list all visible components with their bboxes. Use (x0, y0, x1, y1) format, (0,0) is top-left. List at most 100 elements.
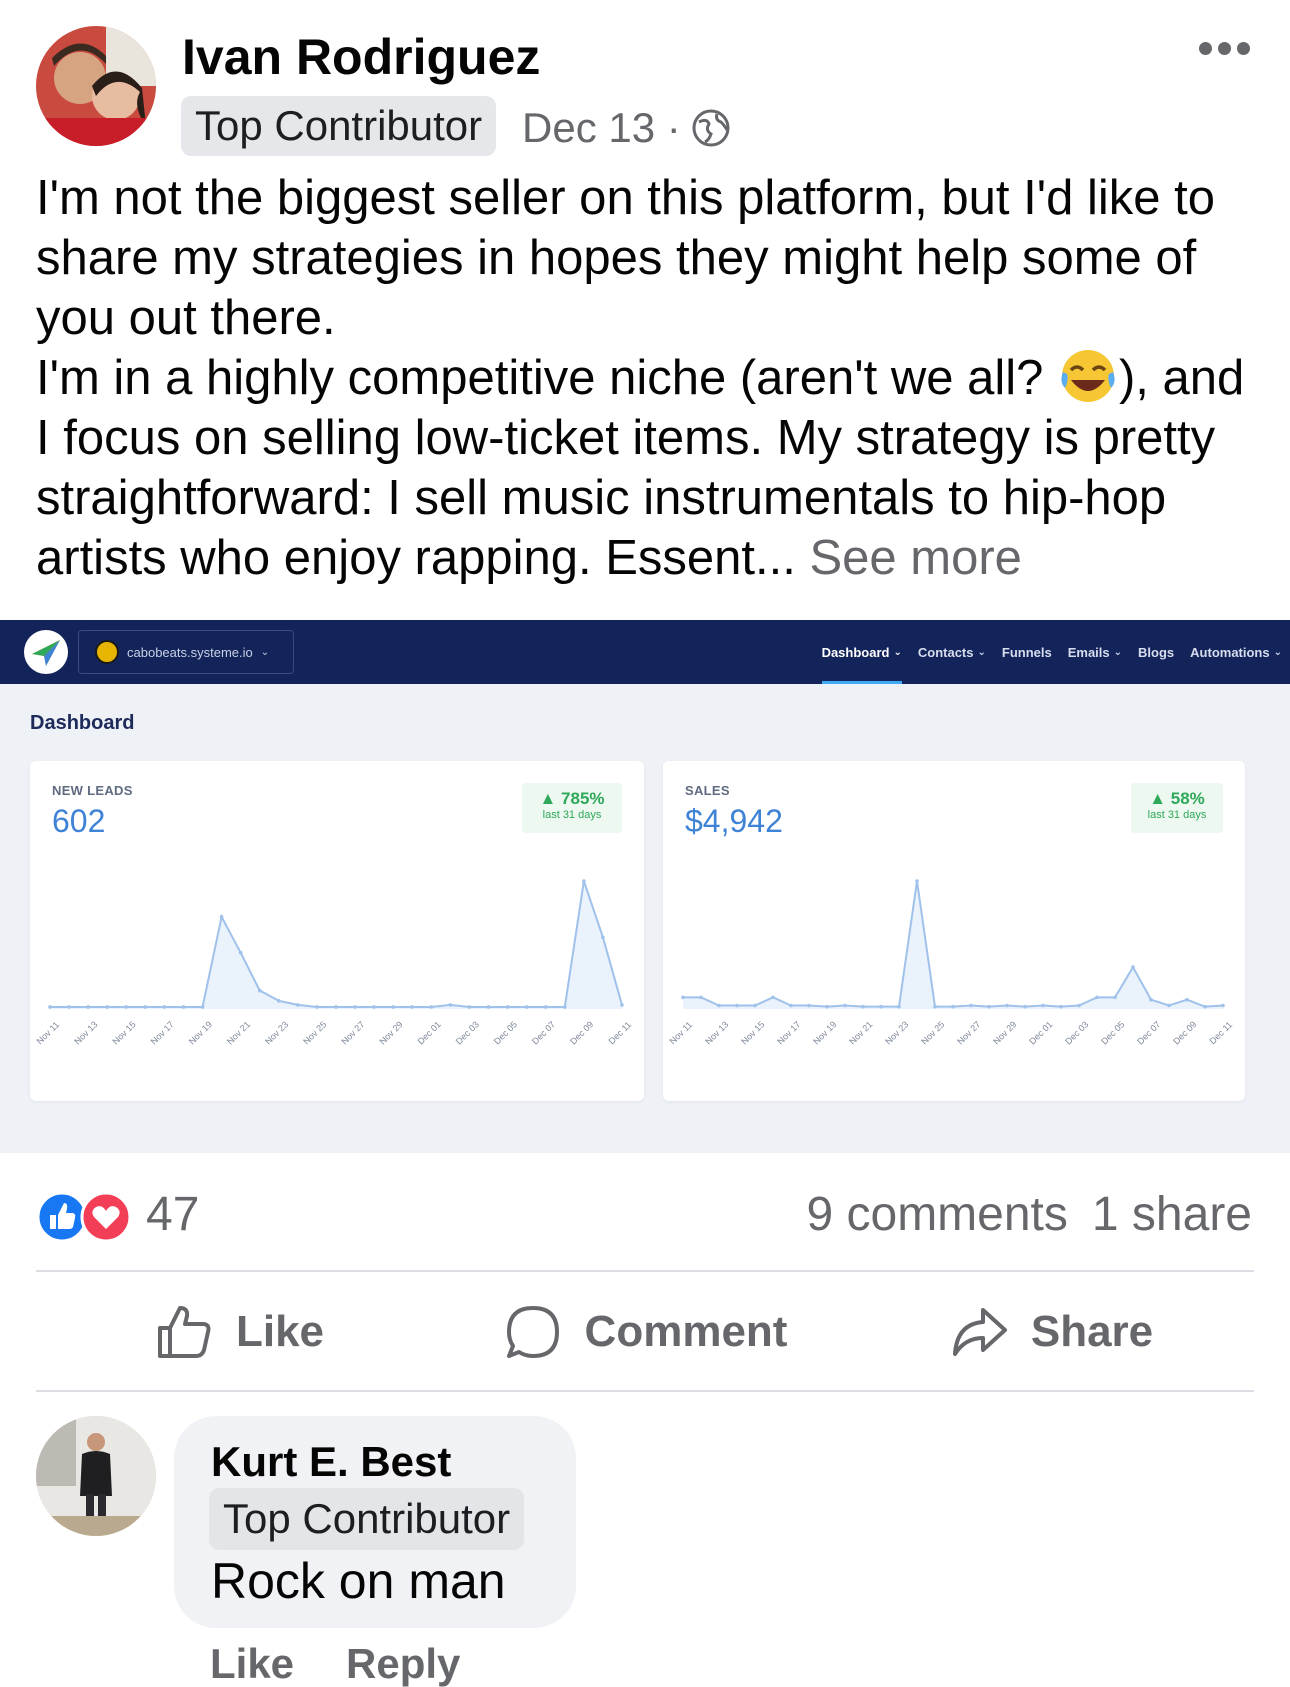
leads-chart: Nov 11 Nov 13 Nov 15 Nov 17 Nov 19 Nov 21 Nov … (34, 879, 633, 1047)
site-name: cabobeats.systeme.io (127, 644, 253, 660)
data-point (1221, 1003, 1225, 1008)
menu-label: Emails (1067, 644, 1110, 660)
author-badge[interactable]: Top Contributor (181, 96, 497, 156)
chevron-down-icon: ⌄ (893, 646, 902, 658)
globe-icon (691, 108, 731, 148)
x-tick-label: Nov 19 (187, 1019, 214, 1046)
data-point (257, 988, 262, 993)
menu-label: Automations (1190, 644, 1270, 660)
data-point (563, 1005, 567, 1009)
data-point (315, 1005, 319, 1009)
data-point (735, 1003, 739, 1008)
data-point (1167, 1003, 1171, 1008)
data-point (486, 1005, 491, 1009)
post-date[interactable]: Dec 13 · (522, 104, 681, 152)
data-point (429, 1005, 434, 1009)
comment-reply-button[interactable]: Reply (346, 1640, 460, 1687)
menu-blogs[interactable]: Blogs (1138, 620, 1174, 684)
data-point (582, 879, 586, 883)
site-selector[interactable]: cabobeats.systeme.io ⌄ (78, 630, 294, 674)
dashboard-menu: Dashboard ⌄ Contacts ⌄ Funnels Emails ⌄ Blo… (821, 620, 1290, 684)
comment-text: Rock on man (211, 1553, 506, 1609)
x-tick-label: Dec 03 (1063, 1019, 1090, 1046)
commenter-avatar[interactable] (36, 1416, 156, 1536)
data-point (987, 1004, 991, 1009)
x-tick-label: Nov 15 (739, 1019, 766, 1046)
comment-bubble: Kurt E. Best Top Contributor Rock on man (174, 1416, 576, 1628)
x-tick-label: Nov 15 (111, 1019, 138, 1046)
comments-count[interactable]: 9 comments (806, 1187, 1067, 1242)
shares-count[interactable]: 1 share (1092, 1187, 1252, 1242)
x-tick-label: Nov 29 (377, 1019, 404, 1046)
laughing-emoji-icon (1057, 348, 1119, 404)
x-tick-label: Nov 19 (811, 1019, 838, 1046)
sales-card: SALES $4,942 ▲ 58% last 31 days Nov 11 No… (663, 761, 1245, 1101)
x-tick-label: Dec 01 (416, 1019, 443, 1046)
menu-funnels[interactable]: Funnels (1002, 620, 1052, 684)
share-icon (952, 1308, 1007, 1356)
data-point (48, 1005, 52, 1009)
data-point (915, 879, 919, 883)
share-button[interactable]: Share (848, 1272, 1254, 1392)
thumbs-up-icon (157, 1306, 211, 1358)
x-tick-label: Nov 21 (847, 1019, 874, 1046)
x-tick-label: Nov 17 (149, 1019, 176, 1046)
data-point (1113, 995, 1117, 1000)
data-point (843, 1003, 847, 1008)
data-point (181, 1005, 186, 1009)
author-name[interactable]: Ivan Rodriguez (182, 28, 540, 86)
post-paragraph: I'm in a highly competitive niche (aren'… (36, 348, 1258, 588)
data-point (620, 1003, 624, 1007)
like-reaction-icon (36, 1191, 88, 1243)
x-tick-label: Dec 01 (1027, 1019, 1054, 1046)
chevron-down-icon: ⌄ (977, 646, 986, 658)
menu-emails[interactable]: Emails ⌄ (1068, 620, 1122, 684)
reactions-row: 47 9 comments 1 share (0, 1175, 1290, 1255)
data-point (200, 1005, 205, 1009)
x-tick-label: Dec 07 (1135, 1019, 1162, 1046)
comment-icon (506, 1306, 559, 1358)
data-point (277, 999, 281, 1003)
love-reaction-icon (80, 1191, 132, 1243)
comment-button[interactable]: Comment (442, 1272, 848, 1392)
dashboard-screenshot[interactable]: cabobeats.systeme.io ⌄ Dashboard ⌄ Contac… (0, 620, 1290, 1153)
x-tick-label: Nov 23 (883, 1019, 910, 1046)
new-leads-card: NEW LEADS 602 ▲ 785% last 31 days Nov 11… (30, 761, 644, 1101)
x-tick-label: Nov 13 (72, 1019, 99, 1046)
dashboard-navbar: cabobeats.systeme.io ⌄ Dashboard ⌄ Contac… (0, 620, 1290, 684)
like-button[interactable]: Like (36, 1272, 442, 1392)
see-more-link[interactable]: See more (810, 531, 1022, 585)
comment-label: Comment (584, 1307, 788, 1356)
x-tick-label: Nov 23 (263, 1019, 290, 1046)
menu-automations[interactable]: Automations ⌄ (1190, 620, 1282, 684)
x-tick-label: Dec 03 (454, 1019, 481, 1046)
menu-label: Dashboard (821, 644, 890, 660)
commenter-badge[interactable]: Top Contributor (209, 1488, 525, 1550)
chevron-down-icon: ⌄ (260, 646, 270, 658)
like-label: Like (235, 1307, 325, 1356)
x-tick-label: Nov 21 (225, 1019, 252, 1046)
data-point (143, 1005, 148, 1009)
menu-dashboard[interactable]: Dashboard ⌄ (821, 620, 903, 684)
data-point (1185, 997, 1189, 1002)
x-tick-label: Nov 11 (34, 1019, 61, 1046)
post-meta: Dec 13 · (522, 104, 731, 152)
commenter-name[interactable]: Kurt E. Best (211, 1438, 451, 1486)
data-point (951, 1004, 955, 1009)
reaction-count[interactable]: 47 (146, 1187, 199, 1242)
x-tick-label: Nov 27 (339, 1019, 366, 1046)
site-avatar-icon (95, 640, 119, 664)
comment-like-button[interactable]: Like (210, 1640, 294, 1687)
data-point (334, 1005, 338, 1009)
post-text-span: I'm in a highly competitive niche (aren'… (36, 351, 1044, 405)
menu-label: Funnels (1001, 644, 1052, 660)
x-tick-label: Dec 05 (1099, 1019, 1126, 1046)
more-icon[interactable] (1199, 42, 1250, 55)
post-actions: Like Comment Share (36, 1272, 1254, 1392)
author-avatar[interactable] (36, 26, 156, 146)
data-point (879, 1004, 883, 1009)
menu-contacts[interactable]: Contacts ⌄ (918, 620, 986, 684)
x-tick-label: Dec 11 (1207, 1019, 1234, 1046)
reaction-icons[interactable] (36, 1191, 134, 1243)
data-point (807, 1003, 811, 1008)
